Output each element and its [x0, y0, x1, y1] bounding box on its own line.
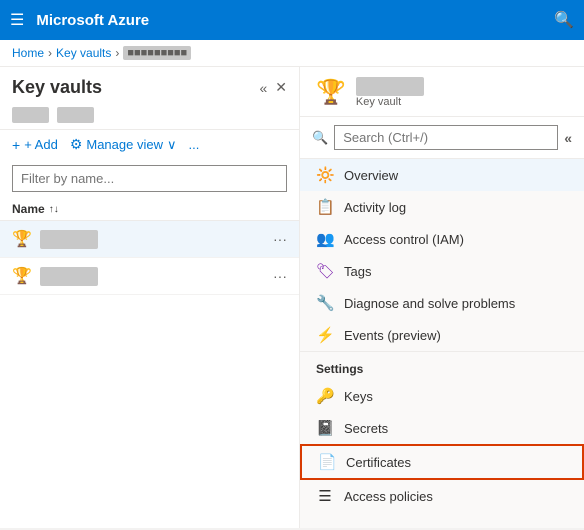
global-search-icon[interactable]: 🔍 [554, 10, 574, 30]
nav-item-diagnose[interactable]: 🔧 Diagnose and solve problems [300, 287, 584, 319]
list-items: 🏆 ··· 🏆 ··· [0, 221, 299, 528]
topbar: ☰ Microsoft Azure 🔍 [0, 0, 584, 40]
right-header-subtitle: Key vault [356, 96, 424, 108]
nav-item-tags[interactable]: 🏷 Tags [300, 255, 584, 287]
more-button[interactable]: ... [189, 137, 200, 152]
main-layout: Key vaults « ✕ + + Add ⚙ Manage view ∨ .… [0, 67, 584, 528]
table-header: Name ↑↓ [0, 198, 299, 221]
breadcrumb: Home › Key vaults › ■■■■■■■■■ [0, 40, 584, 67]
nav-item-events[interactable]: ⚡ Events (preview) [300, 319, 584, 351]
list-item-blurred-1 [40, 230, 98, 249]
keyvault-icon-1: 🏆 [12, 229, 32, 249]
right-header: 🏆 Key vault [300, 67, 584, 117]
add-icon: + [12, 137, 20, 153]
right-header-title-blurred [356, 77, 424, 96]
list-item-more-2[interactable]: ··· [273, 268, 287, 284]
gear-icon: ⚙ [70, 136, 83, 153]
right-panel: 🏆 Key vault 🔍 « 🔆 Overview 📋 Activity lo… [300, 67, 584, 528]
subtitle-blurred-2 [57, 107, 94, 123]
diagnose-icon: 🔧 [316, 294, 334, 312]
filter-input[interactable] [12, 165, 287, 192]
filter-input-row [0, 159, 299, 198]
nav-label-access-control: Access control (IAM) [344, 232, 464, 247]
nav-label-keys: Keys [344, 389, 373, 404]
keyvault-icon-2: 🏆 [12, 266, 32, 286]
tags-icon: 🏷 [316, 262, 334, 280]
manage-view-button[interactable]: ⚙ Manage view ∨ [70, 136, 177, 153]
panel-title: Key vaults [12, 77, 102, 98]
events-icon: ⚡ [316, 326, 334, 344]
list-item-text-2 [40, 267, 265, 286]
collapse-panel-btn[interactable]: « [259, 80, 267, 96]
nav-item-access-policies[interactable]: ☰ Access policies [300, 480, 584, 512]
subtitle-blurred-1 [12, 107, 49, 123]
chevron-down-icon: ∨ [167, 137, 177, 153]
nav-item-overview[interactable]: 🔆 Overview [300, 159, 584, 191]
collapse-right-btn[interactable]: « [564, 130, 572, 146]
list-item-blurred-2 [40, 267, 98, 286]
nav-label-events: Events (preview) [344, 328, 441, 343]
right-search: 🔍 « [300, 117, 584, 159]
panel-controls: « ✕ [259, 79, 287, 96]
column-name-header: Name ↑↓ [12, 202, 59, 216]
list-item[interactable]: 🏆 ··· [0, 221, 299, 258]
close-panel-btn[interactable]: ✕ [275, 79, 287, 96]
nav-item-certificates[interactable]: 📄 Certificates [300, 444, 584, 480]
right-header-info: Key vault [356, 77, 424, 108]
nav-menu: 🔆 Overview 📋 Activity log 👥 Access contr… [300, 159, 584, 528]
right-header-title [356, 77, 424, 96]
nav-label-tags: Tags [344, 264, 371, 279]
nav-item-keys[interactable]: 🔑 Keys [300, 380, 584, 412]
add-button[interactable]: + + Add [12, 137, 58, 153]
search-magnifier-icon: 🔍 [312, 130, 328, 146]
breadcrumb-current: ■■■■■■■■■ [123, 46, 191, 60]
nav-label-activity-log: Activity log [344, 200, 406, 215]
access-control-icon: 👥 [316, 230, 334, 248]
list-item-more-1[interactable]: ··· [273, 231, 287, 247]
panel-toolbar: + + Add ⚙ Manage view ∨ ... [0, 129, 299, 159]
nav-item-activity-log[interactable]: 📋 Activity log [300, 191, 584, 223]
nav-label-certificates: Certificates [346, 455, 411, 470]
nav-label-overview: Overview [344, 168, 398, 183]
nav-label-diagnose: Diagnose and solve problems [344, 296, 515, 311]
nav-label-access-policies: Access policies [344, 489, 433, 504]
search-input[interactable] [334, 125, 558, 150]
secrets-icon: 📓 [316, 419, 334, 437]
overview-icon: 🔆 [316, 166, 334, 184]
nav-item-access-control[interactable]: 👥 Access control (IAM) [300, 223, 584, 255]
certificates-icon: 📄 [318, 453, 336, 471]
left-panel: Key vaults « ✕ + + Add ⚙ Manage view ∨ .… [0, 67, 300, 528]
keyvault-detail-icon: 🏆 [316, 78, 346, 107]
list-item-text-1 [40, 230, 265, 249]
panel-subtitle [0, 104, 299, 129]
nav-label-secrets: Secrets [344, 421, 388, 436]
breadcrumb-home[interactable]: Home [12, 46, 44, 60]
panel-header: Key vaults « ✕ [0, 67, 299, 104]
settings-section-title: Settings [300, 351, 584, 380]
sort-icon[interactable]: ↑↓ [49, 204, 59, 215]
nav-item-secrets[interactable]: 📓 Secrets [300, 412, 584, 444]
hamburger-icon[interactable]: ☰ [10, 10, 24, 30]
breadcrumb-keyvaults[interactable]: Key vaults [56, 46, 111, 60]
app-title: Microsoft Azure [36, 12, 542, 29]
activity-log-icon: 📋 [316, 198, 334, 216]
list-item[interactable]: 🏆 ··· [0, 258, 299, 295]
access-policies-icon: ☰ [316, 487, 334, 505]
keys-icon: 🔑 [316, 387, 334, 405]
